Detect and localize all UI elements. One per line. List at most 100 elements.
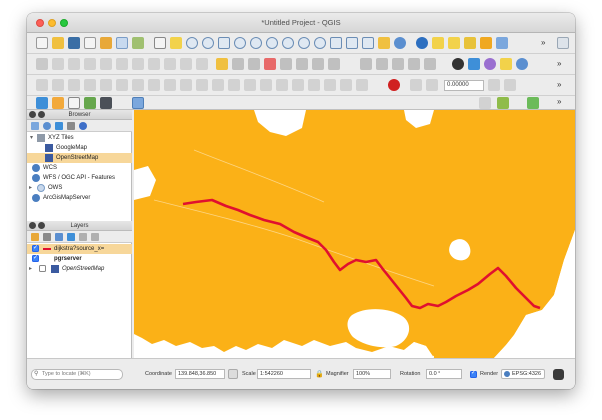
add-spatialite-icon[interactable] <box>84 97 96 109</box>
plugin-a-icon[interactable] <box>497 97 509 109</box>
style-manager-icon[interactable] <box>116 37 128 49</box>
merge-attributes-icon[interactable] <box>260 79 272 91</box>
temporal-controller-icon[interactable] <box>346 37 358 49</box>
plugin-settings-icon[interactable] <box>484 58 496 70</box>
snapping-tolerance-icon[interactable] <box>426 79 438 91</box>
open-project-icon[interactable] <box>52 37 64 49</box>
delete-ring-icon[interactable] <box>148 79 160 91</box>
manage-themes-icon[interactable] <box>55 233 63 241</box>
reverse-line-icon[interactable] <box>308 79 320 91</box>
browser-item-wcs[interactable]: WCS <box>27 163 132 173</box>
scale-feature-icon[interactable] <box>340 79 352 91</box>
label-move-icon[interactable] <box>280 58 292 70</box>
browser-close-button[interactable] <box>29 111 36 118</box>
layer-pgrserver[interactable]: pgrserver <box>27 253 132 264</box>
split-parts-icon[interactable] <box>228 79 240 91</box>
layers-close-button[interactable] <box>29 222 36 229</box>
snapping-magnet-icon[interactable] <box>388 79 400 91</box>
label-property-icon[interactable] <box>312 58 324 70</box>
history-icon[interactable] <box>424 58 436 70</box>
zoom-full-icon[interactable] <box>218 37 230 49</box>
browser-item-wfs[interactable]: WFS / OGC API - Features <box>27 173 132 183</box>
layers-float-button[interactable] <box>38 222 45 229</box>
show-bookmarks-icon[interactable] <box>378 37 390 49</box>
properties-icon[interactable] <box>79 122 87 130</box>
gps-icon[interactable] <box>500 58 512 70</box>
zoom-out-icon[interactable] <box>202 37 214 49</box>
collapse-layers-icon[interactable] <box>91 233 99 241</box>
filter-legend-icon[interactable] <box>67 233 75 241</box>
merge-features-icon[interactable] <box>244 79 256 91</box>
rotate-feature-icon[interactable] <box>68 79 80 91</box>
plugin-b-icon[interactable] <box>527 97 539 109</box>
redo-edit-icon[interactable] <box>196 58 208 70</box>
scale-field[interactable]: 1:542260 <box>257 369 311 379</box>
lock-scale-icon[interactable]: 🔒 <box>315 370 324 378</box>
label-pin-icon[interactable] <box>232 58 244 70</box>
move-feature-icon[interactable] <box>52 79 64 91</box>
coordinate-field[interactable]: 139.848,36.850 <box>175 369 225 379</box>
browser-float-button[interactable] <box>38 111 45 118</box>
toolbar-menu-icon[interactable] <box>557 37 569 49</box>
toggle-extents-icon[interactable] <box>228 369 238 379</box>
undo-icon[interactable] <box>516 58 528 70</box>
graphical-modeler-icon[interactable] <box>408 58 420 70</box>
fill-ring-icon[interactable] <box>132 79 144 91</box>
bookmark-icon[interactable] <box>362 37 374 49</box>
toggle-editing-icon[interactable] <box>52 58 64 70</box>
new-layer-icon[interactable] <box>132 97 144 109</box>
save-edits-icon[interactable] <box>68 58 80 70</box>
add-ring-icon[interactable] <box>100 79 112 91</box>
identify-icon[interactable] <box>416 37 428 49</box>
add-group-icon[interactable] <box>43 233 51 241</box>
label-show-hide-icon[interactable] <box>248 58 260 70</box>
select-features-icon[interactable] <box>432 37 444 49</box>
copy-features-icon[interactable] <box>148 58 160 70</box>
label-toolbar-icon[interactable] <box>216 58 228 70</box>
layer-dijkstra[interactable]: dijkstra?source_x= <box>27 243 132 254</box>
snapping-type-icon[interactable] <box>410 79 422 91</box>
pan-to-selection-icon[interactable] <box>170 37 182 49</box>
reshape-icon[interactable] <box>180 79 192 91</box>
snap-icon[interactable] <box>356 79 368 91</box>
layer-styling-icon[interactable] <box>31 233 39 241</box>
add-part-icon[interactable] <box>116 79 128 91</box>
layout-manager-icon[interactable] <box>100 37 112 49</box>
collapse-all-icon[interactable] <box>67 122 75 130</box>
pan-map-icon[interactable] <box>154 37 166 49</box>
zoom-last-icon[interactable] <box>282 37 294 49</box>
offset-curve-icon[interactable] <box>196 79 208 91</box>
split-features-icon[interactable] <box>212 79 224 91</box>
add-postgis-icon[interactable] <box>100 97 112 109</box>
paste-features-icon[interactable] <box>164 58 176 70</box>
rotate-point-icon[interactable] <box>276 79 288 91</box>
toolbar-3-overflow-icon[interactable]: » <box>557 80 561 89</box>
zoom-layer-icon[interactable] <box>250 37 262 49</box>
map-canvas[interactable] <box>134 110 575 358</box>
layer-openstreetmap[interactable]: ▸ OpenStreetMap <box>27 264 132 274</box>
trim-extend-icon[interactable] <box>292 79 304 91</box>
magnifier-field[interactable]: 100% <box>353 369 391 379</box>
filter-browser-icon[interactable] <box>55 122 63 130</box>
zoom-next-icon[interactable] <box>298 37 310 49</box>
new-layout-icon[interactable] <box>84 37 96 49</box>
save-project-icon[interactable] <box>68 37 80 49</box>
browser-item-openstreetmap[interactable]: OpenStreetMap <box>27 153 132 163</box>
snapping-options-icon[interactable] <box>488 79 500 91</box>
snap-topology-icon[interactable] <box>504 79 516 91</box>
digitize-icon[interactable] <box>84 58 96 70</box>
zoom-native-icon[interactable] <box>266 37 278 49</box>
db-manager-icon[interactable] <box>360 58 372 70</box>
statistics-icon[interactable] <box>480 37 492 49</box>
selection-tool-icon[interactable] <box>479 97 491 109</box>
toolbar-4-overflow-icon[interactable]: » <box>557 97 561 106</box>
new-3d-view-icon[interactable] <box>330 37 342 49</box>
vertex-editor-icon[interactable] <box>324 79 336 91</box>
locator-search-input[interactable]: Type to locate (⌘K) <box>31 369 123 380</box>
label-change-icon[interactable] <box>328 58 340 70</box>
simplify-feature-icon[interactable] <box>84 79 96 91</box>
current-edits-icon[interactable] <box>36 58 48 70</box>
delete-selected-icon[interactable] <box>116 58 128 70</box>
plugins-icon[interactable] <box>452 58 464 70</box>
add-virtual-layer-icon[interactable] <box>68 97 80 109</box>
